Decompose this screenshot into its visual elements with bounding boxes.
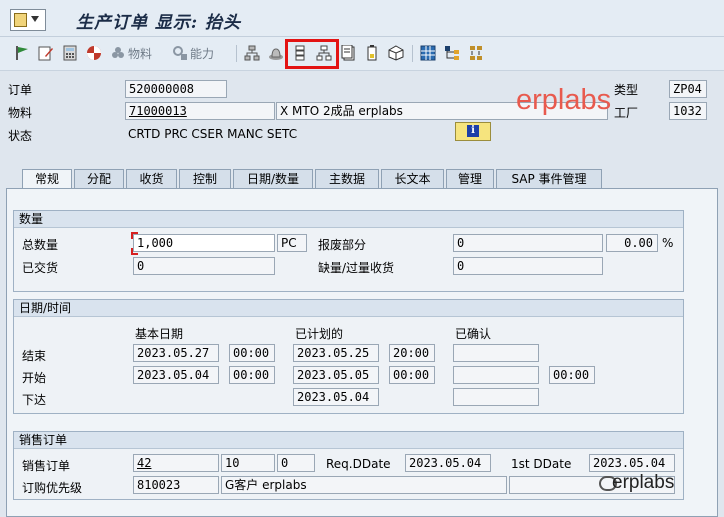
- sales-order-group-title: 销售订单: [14, 432, 683, 449]
- flag-icon[interactable]: [14, 44, 30, 62]
- material-button-label: 物料: [128, 46, 153, 61]
- release-label: 下达: [22, 393, 47, 407]
- tab-sap-event-management[interactable]: SAP 事件管理: [496, 169, 602, 188]
- start-basic-date[interactable]: 2023.05.04: [133, 366, 219, 384]
- scrap-label: 报废部分: [318, 238, 367, 252]
- tab-assignment[interactable]: 分配: [74, 169, 124, 188]
- release-confirmed-date[interactable]: [453, 388, 539, 406]
- tab-administration[interactable]: 管理: [446, 169, 494, 188]
- req-ddate-field[interactable]: 2023.05.04: [405, 454, 491, 472]
- priority-field[interactable]: 810023: [133, 476, 219, 494]
- scrap-percent-field[interactable]: 0.00: [606, 234, 658, 252]
- highlight-box: [285, 39, 339, 69]
- tab-goods-receipt[interactable]: 收货: [126, 169, 177, 188]
- end-label: 结束: [22, 349, 47, 363]
- delivered-label: 已交货: [22, 261, 59, 275]
- hat-icon[interactable]: [268, 44, 284, 62]
- scrap-field[interactable]: 0: [453, 234, 603, 252]
- shortage-field[interactable]: 0: [453, 257, 603, 275]
- delivered-field[interactable]: 0: [133, 257, 275, 275]
- battery-icon[interactable]: [364, 44, 380, 62]
- total-quantity-label: 总数量: [22, 238, 59, 252]
- dates-group-title: 日期/时间: [14, 300, 683, 317]
- req-ddate-label: Req.DDate: [326, 457, 391, 471]
- basic-dates-header: 基本日期: [135, 327, 184, 341]
- end-basic-time[interactable]: 00:00: [229, 344, 275, 362]
- end-basic-date[interactable]: 2023.05.27: [133, 344, 219, 362]
- cube-icon[interactable]: [388, 44, 404, 62]
- application-toolbar: 物料 能力: [0, 37, 724, 71]
- network-icon[interactable]: [444, 44, 460, 62]
- quantity-group-title: 数量: [14, 211, 683, 228]
- watermark: erplabs: [516, 84, 612, 116]
- color-wheel-icon[interactable]: [86, 44, 102, 62]
- material-label: 物料: [8, 106, 33, 120]
- sales-order-field[interactable]: 42: [133, 454, 219, 472]
- document-dropdown-icon[interactable]: [10, 9, 46, 31]
- material-button[interactable]: 物料: [110, 44, 152, 62]
- order-label: 订单: [8, 83, 33, 97]
- priority-label: 订购优先级: [22, 481, 83, 495]
- toolbar-separator: [236, 45, 237, 62]
- first-ddate-label: 1st DDate: [511, 457, 572, 471]
- schedule-line-field[interactable]: 0: [277, 454, 315, 472]
- end-confirmed-date[interactable]: [453, 344, 539, 362]
- order-field[interactable]: 520000008: [125, 80, 227, 98]
- window-title: 生产订单 显示: 抬头: [76, 13, 242, 33]
- start-confirmed-time[interactable]: 00:00: [549, 366, 595, 384]
- status-value: CRTD PRC CSER MANC SETC: [128, 127, 298, 141]
- corner-watermark: erplabs: [612, 472, 675, 493]
- confirmed-header: 已确认: [455, 327, 492, 341]
- toolbar-separator: [412, 45, 413, 62]
- title-bar: 生产订单 显示: 抬头: [0, 0, 724, 37]
- sales-order-item-field[interactable]: 10: [221, 454, 275, 472]
- total-quantity-field[interactable]: 1,000: [133, 234, 275, 252]
- cursor-corner-mark: [131, 232, 138, 239]
- start-label: 开始: [22, 371, 47, 385]
- capacity-button-label: 能力: [190, 46, 215, 61]
- type-label: 类型: [614, 83, 639, 97]
- type-field[interactable]: ZP04: [669, 80, 707, 98]
- structure-icon[interactable]: [244, 44, 260, 62]
- start-scheduled-time[interactable]: 00:00: [389, 366, 435, 384]
- sales-order-label: 销售订单: [22, 459, 71, 473]
- sort-icon[interactable]: [468, 44, 484, 62]
- status-label: 状态: [8, 129, 33, 143]
- first-ddate-field[interactable]: 2023.05.04: [589, 454, 675, 472]
- tab-dates-quantities[interactable]: 日期/数量: [233, 169, 313, 188]
- percent-sign: %: [662, 236, 674, 250]
- plant-field[interactable]: 1032: [669, 102, 707, 120]
- shortage-label: 缺量/过量收货: [318, 261, 395, 275]
- document-icon[interactable]: [341, 44, 357, 62]
- start-confirmed-date[interactable]: [453, 366, 539, 384]
- calculator-icon[interactable]: [62, 44, 78, 62]
- info-button[interactable]: i: [455, 122, 491, 141]
- capacity-button[interactable]: 能力: [172, 44, 214, 62]
- unit-field[interactable]: PC: [277, 234, 307, 252]
- customer-field: G客户 erplabs: [221, 476, 507, 494]
- tab-control[interactable]: 控制: [179, 169, 231, 188]
- tab-long-text[interactable]: 长文本: [381, 169, 444, 188]
- release-scheduled-date[interactable]: 2023.05.04: [293, 388, 379, 406]
- end-scheduled-time[interactable]: 20:00: [389, 344, 435, 362]
- material-field[interactable]: 71000013: [125, 102, 275, 120]
- edit-icon[interactable]: [38, 44, 54, 62]
- info-icon: i: [467, 125, 479, 137]
- start-basic-time[interactable]: 00:00: [229, 366, 275, 384]
- grid-icon[interactable]: [420, 44, 436, 62]
- tab-general[interactable]: 常规: [22, 169, 72, 189]
- start-scheduled-date[interactable]: 2023.05.05: [293, 366, 379, 384]
- scheduled-header: 已计划的: [295, 327, 344, 341]
- plant-label: 工厂: [614, 106, 639, 120]
- cursor-corner-mark: [131, 248, 138, 255]
- end-scheduled-date[interactable]: 2023.05.25: [293, 344, 379, 362]
- tab-master-data[interactable]: 主数据: [315, 169, 379, 188]
